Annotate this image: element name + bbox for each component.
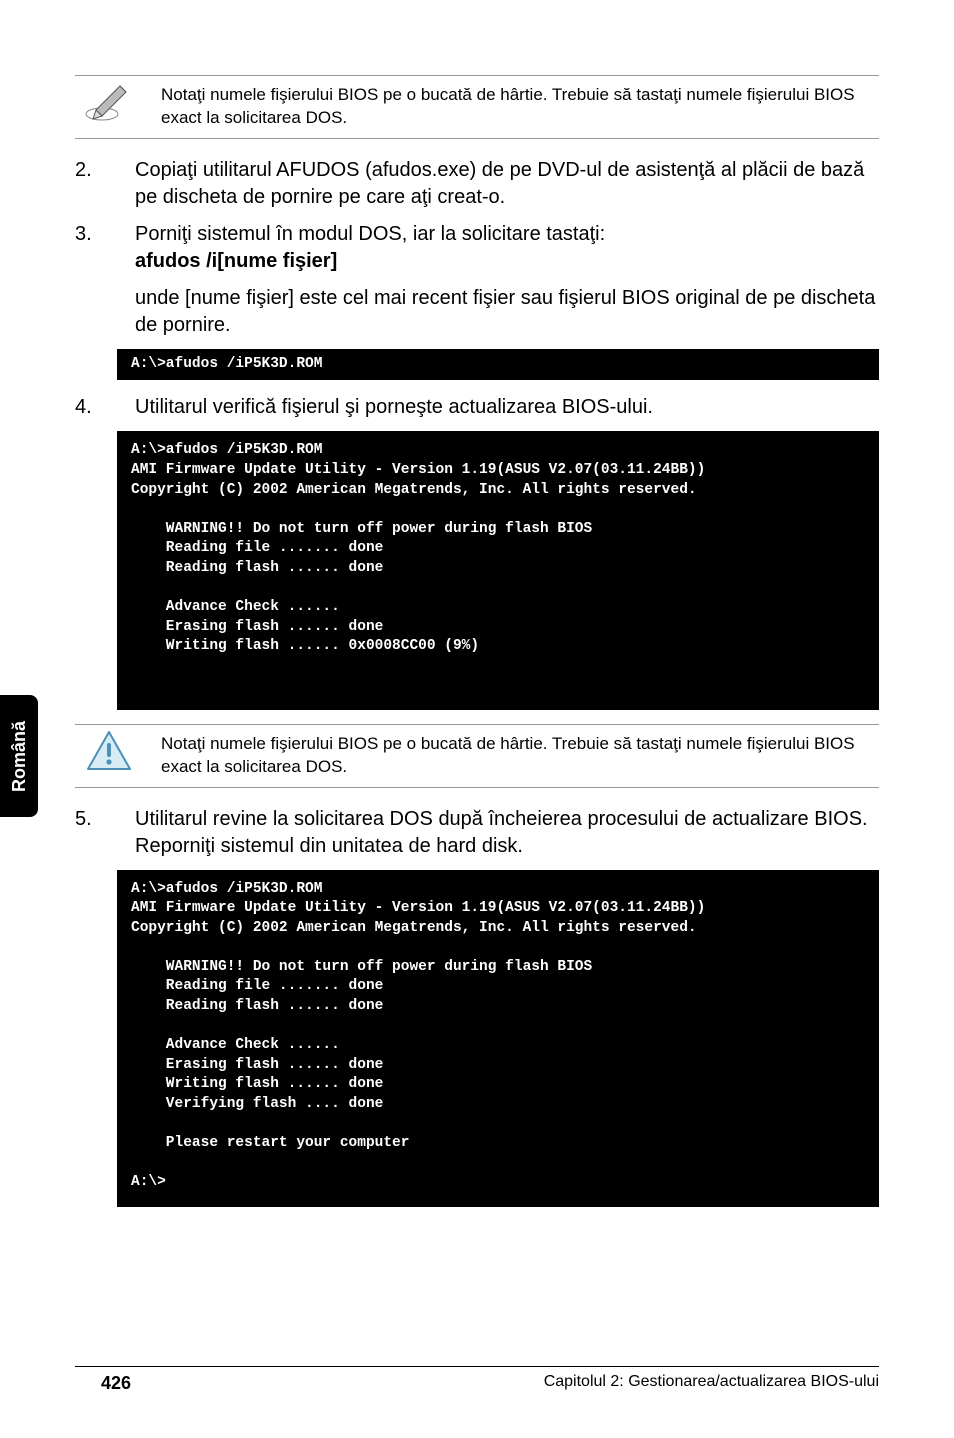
page-number: 426: [75, 1373, 131, 1394]
note-text-1: Notaţi numele fişierului BIOS pe o bucat…: [161, 80, 879, 130]
terminal-1: A:\>afudos /iP5K3D.ROM: [117, 349, 879, 381]
step-3-number: 3.: [75, 221, 135, 248]
step-5-number: 5.: [75, 806, 135, 833]
step-5: 5. Utilitarul revine la solicitarea DOS …: [75, 806, 879, 860]
step-3-line1: Porniţi sistemul în modul DOS, iar la so…: [135, 221, 879, 248]
step-3-cont: unde [nume fişier] este cel mai recent f…: [135, 285, 879, 339]
step-4: 4. Utilitarul verifică fişierul şi porne…: [75, 394, 879, 421]
step-2: 2. Copiaţi utilitarul AFUDOS (afudos.exe…: [75, 157, 879, 211]
step-2-body: Copiaţi utilitarul AFUDOS (afudos.exe) d…: [135, 157, 879, 211]
note-row-2: Notaţi numele fişierului BIOS pe o bucat…: [75, 724, 879, 788]
chapter-title: Capitolul 2: Gestionarea/actualizarea BI…: [544, 1373, 879, 1394]
terminal-2: A:\>afudos /iP5K3D.ROM AMI Firmware Upda…: [117, 431, 879, 709]
terminal-3: A:\>afudos /iP5K3D.ROM AMI Firmware Upda…: [117, 870, 879, 1207]
page-footer: 426 Capitolul 2: Gestionarea/actualizare…: [75, 1366, 879, 1394]
step-3-line2: afudos /i[nume fişier]: [135, 248, 879, 275]
step-4-body: Utilitarul verifică fişierul şi porneşte…: [135, 394, 879, 421]
step-5-body: Utilitarul revine la solicitarea DOS dup…: [135, 806, 879, 860]
note-text-2: Notaţi numele fişierului BIOS pe o bucat…: [161, 729, 879, 779]
step-3: 3. Porniţi sistemul în modul DOS, iar la…: [75, 221, 879, 339]
step-4-number: 4.: [75, 394, 135, 421]
step-3-body: Porniţi sistemul în modul DOS, iar la so…: [135, 221, 879, 339]
side-language-tab: Română: [0, 695, 38, 817]
step-2-number: 2.: [75, 157, 135, 184]
note-row-1: Notaţi numele fişierului BIOS pe o bucat…: [75, 75, 879, 139]
caution-icon: [81, 729, 137, 773]
pencil-icon: [81, 80, 137, 122]
